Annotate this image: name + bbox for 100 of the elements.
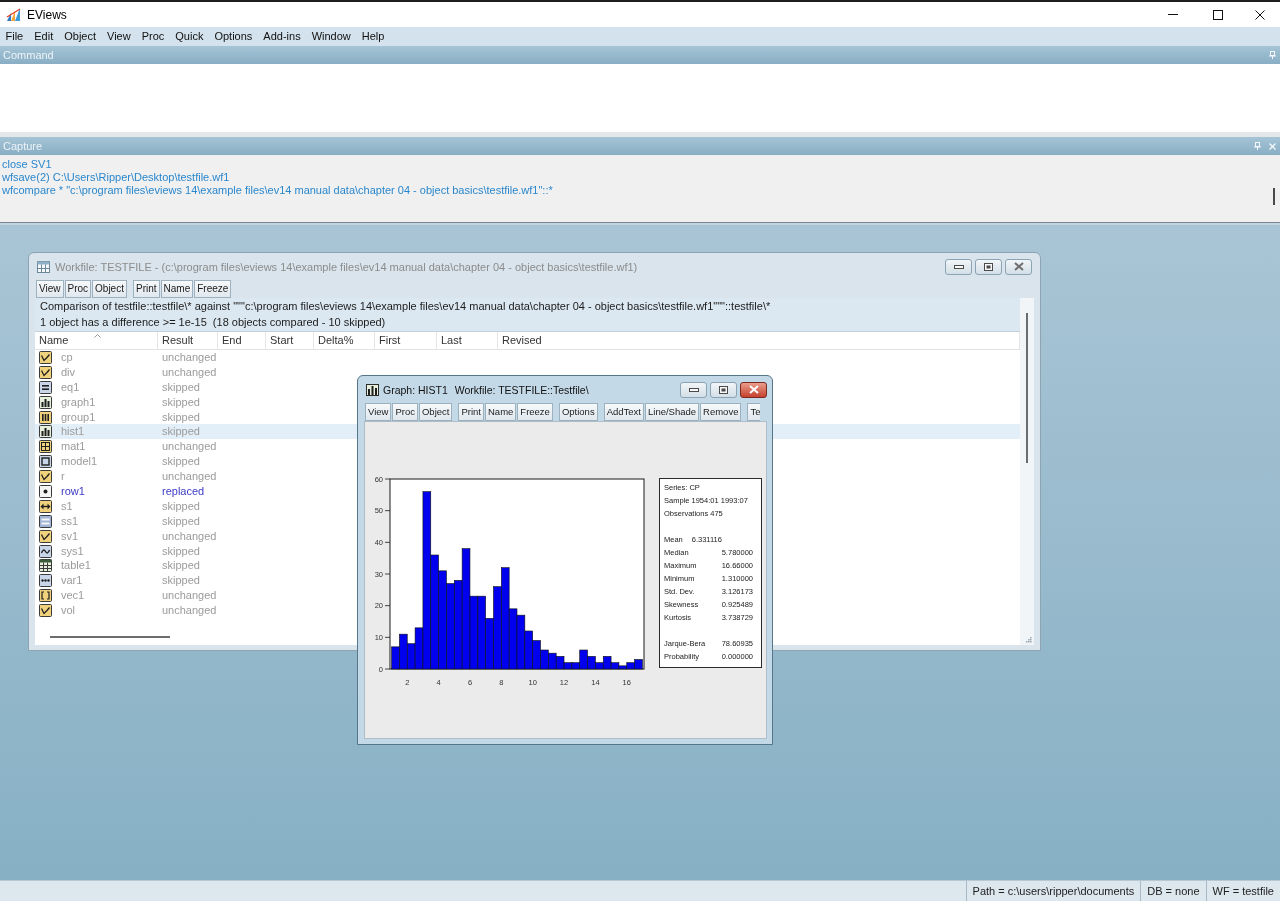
resize-grip-icon[interactable] bbox=[1025, 636, 1032, 643]
object-name: row1 bbox=[61, 484, 85, 498]
maximize-icon bbox=[984, 262, 993, 271]
result-cell-text: unchanged bbox=[161, 470, 217, 484]
result-cell-text: skipped bbox=[161, 544, 200, 558]
object-name: ss1 bbox=[61, 514, 79, 528]
status-text: WF = testfile bbox=[1205, 881, 1280, 901]
column-header[interactable]: First bbox=[375, 332, 437, 349]
close-icon bbox=[1013, 262, 1024, 271]
result-cell-text: unchanged bbox=[161, 440, 217, 454]
minimize-icon bbox=[688, 387, 699, 392]
minimize-icon bbox=[1167, 14, 1178, 15]
result-cell-text: skipped bbox=[161, 380, 200, 394]
column-header[interactable]: Result bbox=[158, 332, 218, 349]
object-name: r bbox=[61, 470, 65, 484]
menu-item[interactable]: Edit bbox=[28, 27, 59, 46]
object-name: vol bbox=[61, 604, 76, 618]
menu-item[interactable]: Proc bbox=[136, 27, 170, 46]
column-header[interactable]: Name bbox=[39, 332, 69, 349]
table-icon bbox=[37, 260, 50, 273]
result-cell-text: skipped bbox=[161, 499, 200, 513]
capture-line: wfcompare * "c:\program files\eviews 14\example files\ev14 manual data\chapter 04 - object basics\testfile.wf1"::* bbox=[2, 184, 553, 197]
maximize-icon bbox=[719, 385, 728, 394]
object-name: eq1 bbox=[61, 380, 80, 394]
scrollbar[interactable] bbox=[1026, 313, 1028, 463]
window-title: Graph: HIST1 bbox=[383, 383, 448, 396]
result-cell-text: skipped bbox=[161, 455, 200, 469]
object-name: hist1 bbox=[61, 425, 85, 439]
toolbar-button[interactable]: Proc bbox=[392, 403, 418, 421]
menu-item[interactable]: Options bbox=[208, 27, 258, 46]
close-icon bbox=[1255, 9, 1265, 20]
maximize-icon bbox=[1212, 9, 1223, 20]
check-tile-icon bbox=[39, 470, 52, 484]
check-tile-icon bbox=[39, 529, 52, 543]
toolbar-button[interactable]: Line/Shade bbox=[645, 403, 700, 421]
result-cell-text: unchanged bbox=[161, 350, 217, 364]
object-name: graph1 bbox=[61, 395, 96, 409]
result-cell-text: skipped bbox=[161, 559, 200, 573]
bar-chart-icon bbox=[39, 395, 52, 409]
close-icon bbox=[748, 385, 759, 394]
result-cell-text: skipped bbox=[161, 574, 200, 588]
check-tile-icon bbox=[39, 350, 52, 364]
grid-icon bbox=[39, 440, 52, 454]
square-tile-icon bbox=[39, 455, 52, 469]
menu-item[interactable]: File bbox=[0, 27, 29, 46]
toolbar-button[interactable]: Name bbox=[485, 403, 517, 421]
toolbar-button[interactable]: View bbox=[365, 403, 392, 421]
bar-chart-icon bbox=[39, 425, 52, 439]
result-cell-text: skipped bbox=[161, 514, 200, 528]
object-name: sv1 bbox=[61, 529, 79, 543]
object-name: div bbox=[61, 365, 76, 379]
toolbar-button[interactable]: Print bbox=[458, 403, 484, 421]
capture-line: wfsave(2) C:\Users\Ripper\Desktop\testfile.wf1 bbox=[2, 171, 230, 184]
object-name: vec1 bbox=[61, 589, 85, 603]
menu-item[interactable]: Quick bbox=[169, 27, 209, 46]
dots-tile-icon bbox=[39, 574, 52, 588]
check-tile-icon bbox=[39, 365, 52, 379]
minimize-button[interactable] bbox=[680, 381, 707, 398]
toolbar-button[interactable]: Te bbox=[747, 403, 761, 421]
check-tile-icon bbox=[39, 604, 52, 618]
app-title: EViews bbox=[27, 7, 68, 22]
result-cell-text: unchanged bbox=[161, 365, 217, 379]
toolbar-button[interactable]: Object bbox=[418, 403, 453, 421]
pin-icon[interactable] bbox=[1269, 51, 1276, 59]
column-header[interactable]: Last bbox=[437, 332, 498, 349]
object-name: table1 bbox=[61, 559, 91, 573]
logo-icon bbox=[6, 7, 21, 22]
column-header[interactable]: Start bbox=[266, 332, 314, 349]
object-name: s1 bbox=[61, 499, 73, 513]
result-cell-text: skipped bbox=[161, 425, 200, 439]
toolbar-button[interactable]: Remove bbox=[700, 403, 742, 421]
object-name: sys1 bbox=[61, 544, 84, 558]
result-cell-text: skipped bbox=[161, 395, 200, 409]
object-name: model1 bbox=[61, 455, 98, 469]
toolbar-button[interactable]: Options bbox=[558, 403, 598, 421]
maximize-button[interactable] bbox=[710, 381, 737, 398]
column-header[interactable]: End bbox=[218, 332, 266, 349]
menu-item[interactable]: Add-ins bbox=[257, 27, 307, 46]
pane-title: Command bbox=[3, 49, 54, 61]
pin-icon[interactable] bbox=[1254, 142, 1261, 150]
result-cell-text: replaced bbox=[161, 484, 205, 498]
menu-item[interactable]: Help bbox=[356, 27, 390, 46]
capture-line: close SV1 bbox=[2, 158, 52, 171]
close-button[interactable] bbox=[740, 381, 767, 398]
menu-item[interactable]: Window bbox=[306, 27, 357, 46]
column-header[interactable]: Delta% bbox=[314, 332, 375, 349]
menu-item[interactable]: Object bbox=[58, 27, 102, 46]
toolbar-button[interactable]: Freeze bbox=[517, 403, 553, 421]
summary-text: 1 object has a difference >= 1e-15 (18 objects compared - 10 skipped) bbox=[40, 315, 386, 330]
status-text: DB = none bbox=[1140, 881, 1206, 901]
toolbar-button[interactable]: AddText bbox=[603, 403, 644, 421]
object-name: mat1 bbox=[61, 440, 86, 454]
close-icon[interactable] bbox=[1269, 142, 1276, 150]
status-text: Path = c:\users\ripper\documents bbox=[965, 881, 1141, 901]
object-name: group1 bbox=[61, 410, 96, 424]
summary-text: Comparison of testfile::testfile\* against """c:\program files\eviews 14\example files\ev14 manual data\chapter 04 - object basics\testfile.wf1"""::testfile\* bbox=[40, 299, 771, 314]
wave-tile-icon bbox=[39, 544, 52, 558]
menu-item[interactable]: View bbox=[101, 27, 137, 46]
window-title: Workfile: TESTFILE - (c:\program files\eviews 14\example files\ev14 manual data\chapter 04 - object basics\testfile.wf1) bbox=[55, 260, 638, 273]
scrollbar[interactable] bbox=[1273, 188, 1275, 205]
